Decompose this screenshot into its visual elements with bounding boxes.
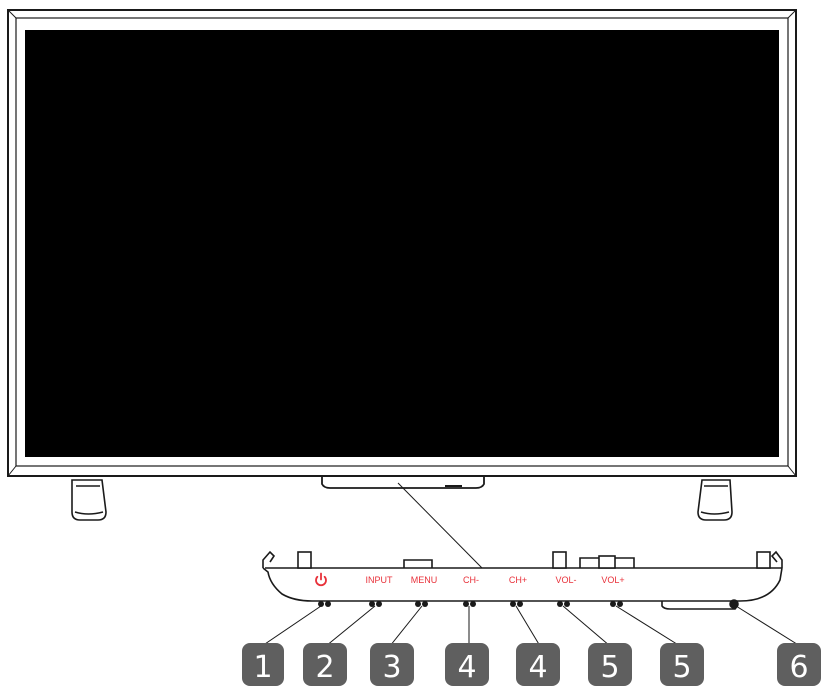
left-foot (71, 479, 107, 521)
callout-leaders (261, 605, 801, 647)
callout-badges: 1 2 3 4 4 5 5 6 (242, 643, 821, 686)
callout-5b-text: 5 (672, 650, 691, 685)
vol-up-button-label: VOL+ (601, 575, 624, 585)
menu-button-label: MENU (411, 575, 438, 585)
power-button (315, 572, 327, 587)
callout-5a: 5 (588, 643, 632, 686)
right-foot (697, 479, 733, 521)
button-nubs (318, 601, 623, 607)
callout-6-text: 6 (789, 650, 808, 685)
detail-leader-line (397, 482, 483, 569)
callout-4b-text: 4 (528, 650, 547, 685)
callout-6: 6 (777, 643, 821, 686)
callout-1: 1 (242, 643, 284, 686)
tv-screen (25, 30, 779, 457)
callout-3-text: 3 (382, 650, 401, 685)
tv-diagram: INPUT MENU CH- CH+ VOL- VOL+ 1 2 3 4 4 5… (7, 9, 821, 686)
power-icon (315, 572, 327, 587)
callout-5b: 5 (660, 643, 704, 686)
vol-down-button-label: VOL- (555, 575, 576, 585)
ch-up-button-label: CH+ (509, 575, 527, 585)
callout-4b: 4 (516, 643, 560, 686)
callout-3: 3 (370, 643, 414, 686)
callout-5a-text: 5 (600, 650, 619, 685)
ch-down-button-label: CH- (463, 575, 479, 585)
callout-2: 2 (303, 643, 347, 686)
callout-4a: 4 (445, 643, 489, 686)
callout-1-text: 1 (253, 650, 272, 685)
button-labels: INPUT MENU CH- CH+ VOL- VOL+ (315, 572, 625, 587)
callout-4a-text: 4 (457, 650, 476, 685)
callout-2-text: 2 (315, 650, 334, 685)
input-button-label: INPUT (366, 575, 394, 585)
